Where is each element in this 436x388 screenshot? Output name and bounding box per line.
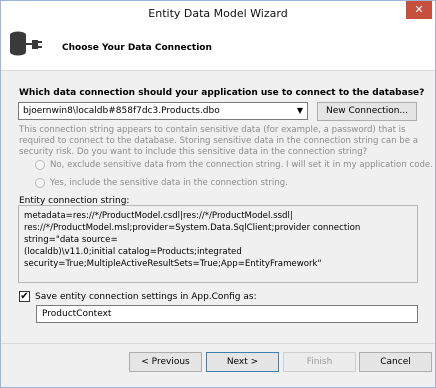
wizard-window: Entity Data Model Wizard ✕ Choose Your D…	[0, 0, 436, 388]
close-icon: ✕	[414, 3, 424, 16]
connection-select-value: bjoernwin8\localdb#858f7dc3.Products.dbo	[23, 106, 220, 116]
sensitive-data-warning: This connection string appears to contai…	[19, 125, 419, 157]
include-sensitive-option[interactable]: Yes, include the sensitive data in the c…	[35, 178, 335, 190]
include-sensitive-label: Yes, include the sensitive data in the c…	[50, 178, 288, 188]
save-settings-label: Save entity connection settings in App.C…	[35, 292, 257, 302]
entity-connection-string[interactable]: metadata=res://*/ProductModel.csdl|res:/…	[18, 205, 418, 283]
exclude-sensitive-radio[interactable]	[35, 160, 45, 170]
database-plug-icon	[10, 31, 42, 56]
previous-button[interactable]: < Previous	[129, 352, 202, 372]
connection-select[interactable]: bjoernwin8\localdb#858f7dc3.Products.dbo…	[18, 102, 308, 120]
cancel-button[interactable]: Cancel	[359, 352, 432, 372]
next-button[interactable]: Next >	[206, 352, 279, 372]
window-title: Entity Data Model Wizard	[148, 7, 288, 20]
page-title: Choose Your Data Connection	[62, 43, 212, 53]
include-sensitive-radio[interactable]	[35, 178, 45, 188]
save-settings-checkbox[interactable]: ✔	[19, 291, 30, 302]
connection-question: Which data connection should your applic…	[19, 88, 425, 98]
exclude-sensitive-label: No, exclude sensitive data from the conn…	[50, 160, 433, 170]
new-connection-button[interactable]: New Connection...	[317, 102, 417, 121]
wizard-header: Choose Your Data Connection	[1, 26, 435, 71]
chevron-down-icon[interactable]: ▼	[297, 106, 303, 115]
finish-button[interactable]: Finish	[283, 352, 356, 372]
context-name-value: ProductContext	[42, 309, 112, 319]
checkmark-icon: ✔	[20, 291, 29, 302]
close-button[interactable]: ✕	[406, 1, 432, 19]
exclude-sensitive-option[interactable]: No, exclude sensitive data from the conn…	[35, 160, 433, 172]
context-name-input[interactable]: ProductContext	[36, 305, 418, 323]
footer-divider	[1, 343, 435, 344]
title-bar: Entity Data Model Wizard ✕	[1, 1, 435, 26]
